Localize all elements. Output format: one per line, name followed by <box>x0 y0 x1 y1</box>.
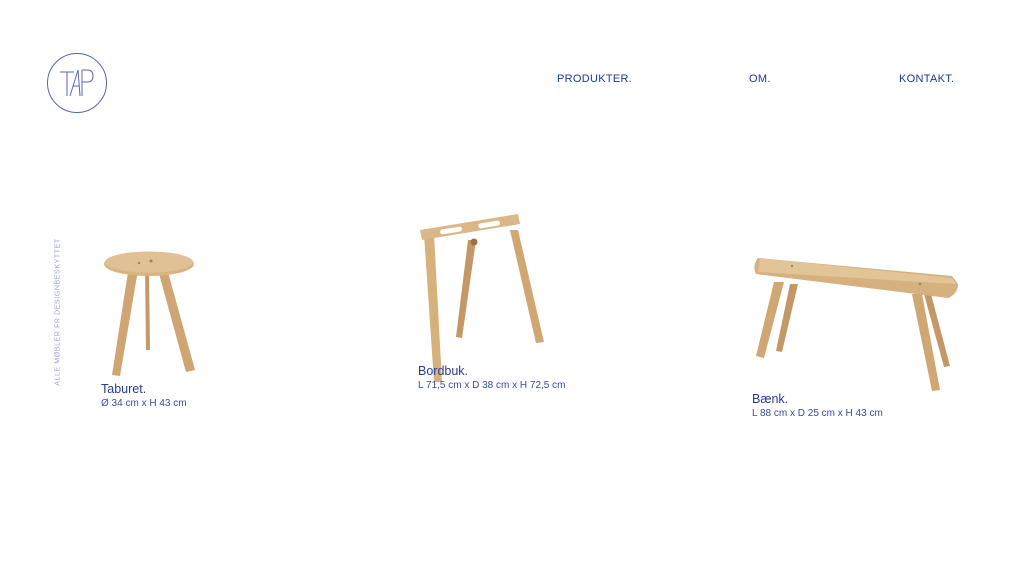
product-card-bordbuk[interactable]: Bordbuk. L 71,5 cm x D 38 cm x H 72,5 cm <box>418 210 565 392</box>
nav-produkter[interactable]: PRODUKTER. <box>557 73 632 85</box>
design-protection-note: ALLE MØBLER FR DESIGNBESKYTTET <box>54 238 62 386</box>
stool-image <box>104 251 195 376</box>
bench-image <box>754 258 958 391</box>
product-name: Bordbuk. <box>418 364 469 378</box>
trestle-image <box>420 214 544 382</box>
product-name: Taburet. <box>101 382 147 396</box>
logo-mark <box>47 53 107 113</box>
product-dimensions: L 88 cm x D 25 cm x H 43 cm <box>752 408 883 419</box>
product-dimensions: Ø 34 cm x H 43 cm <box>101 398 187 409</box>
product-card-baenk[interactable]: Bænk. L 88 cm x D 25 cm x H 43 cm <box>752 252 962 420</box>
logo[interactable] <box>46 52 108 114</box>
nav-om[interactable]: OM. <box>749 73 771 85</box>
product-card-taburet[interactable]: Taburet. Ø 34 cm x H 43 cm <box>101 246 201 410</box>
product-dimensions: L 71,5 cm x D 38 cm x H 72,5 cm <box>418 380 566 391</box>
nav-kontakt[interactable]: KONTAKT. <box>899 73 954 85</box>
product-name: Bænk. <box>752 392 789 406</box>
